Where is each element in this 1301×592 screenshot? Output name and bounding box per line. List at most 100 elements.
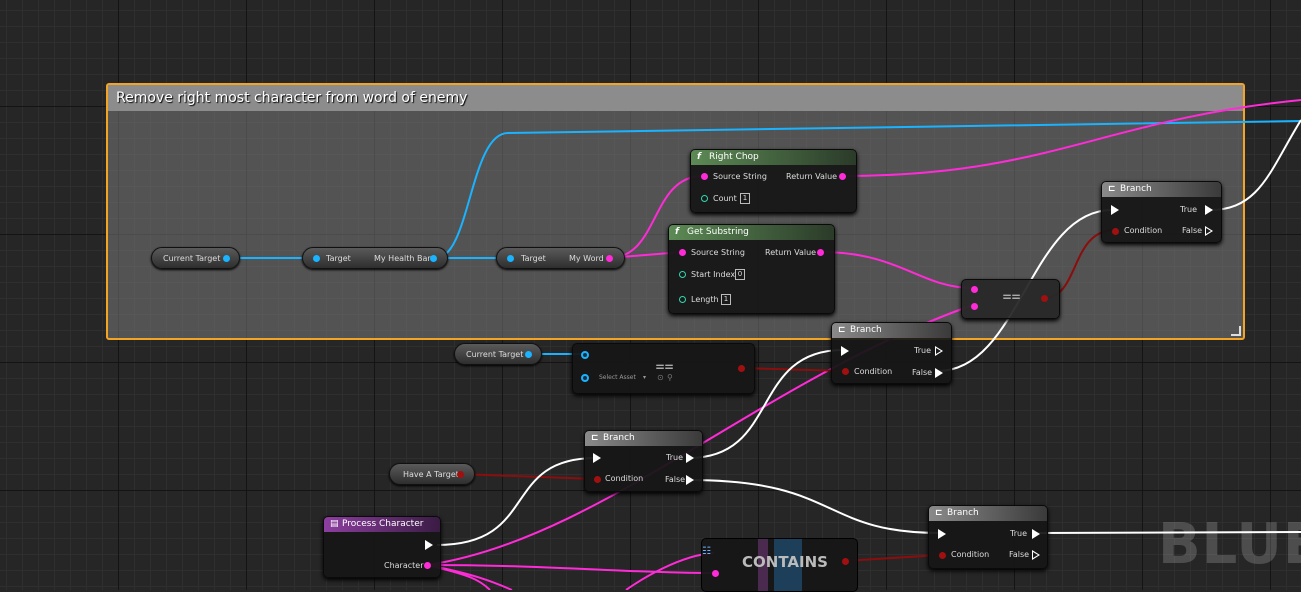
get-substring-header[interactable]: f Get Substring: [669, 225, 834, 240]
branch-3-condition-label: Condition: [605, 474, 644, 483]
get-substring-title: Get Substring: [687, 227, 749, 237]
branch-node-4[interactable]: ⊏ Branch True Condition False: [928, 505, 1048, 569]
branch-2-exec-in[interactable]: [841, 346, 849, 356]
use-selected-icon[interactable]: ⊙: [657, 373, 664, 382]
branch-2-condition-pin[interactable]: [842, 368, 849, 375]
branch-1-true-pin[interactable]: [1205, 205, 1213, 215]
branch-2-true-label: True: [914, 346, 931, 355]
select-asset-dropdown[interactable]: Select Asset: [599, 374, 636, 381]
branch-1-false-pin[interactable]: [1205, 226, 1213, 236]
branch-icon: ⊏: [1108, 184, 1116, 194]
current-target-node-2[interactable]: Current Target: [454, 343, 542, 365]
health-out-pin[interactable]: [430, 255, 437, 262]
substring-start-input[interactable]: 0: [735, 269, 745, 280]
health-bar-getter-node[interactable]: Target My Health Bar: [302, 247, 448, 269]
branch-3-false-label: False: [665, 475, 686, 484]
branch-2-true-pin[interactable]: [935, 346, 943, 356]
rightchop-source-pin[interactable]: [701, 173, 708, 180]
branch-4-header[interactable]: ⊏ Branch: [929, 506, 1047, 521]
branch-1-exec-in[interactable]: [1111, 205, 1119, 215]
eq-in-b-pin[interactable]: [971, 303, 978, 310]
branch-4-title: Branch: [947, 508, 979, 518]
substring-source-pin[interactable]: [679, 249, 686, 256]
equals-glyph: ==: [1002, 290, 1021, 304]
branch-4-false-label: False: [1009, 550, 1030, 559]
health-target-label: Target: [326, 254, 351, 263]
eq-out-pin[interactable]: [1041, 295, 1048, 302]
rightchop-count-input[interactable]: 1: [740, 193, 750, 204]
branch-node-2[interactable]: ⊏ Branch True Condition False: [831, 322, 952, 384]
blueprint-watermark: BLUEI: [1158, 512, 1301, 577]
contains-out-pin[interactable]: [842, 558, 849, 565]
branch-2-condition-label: Condition: [854, 367, 893, 376]
right-chop-header[interactable]: f Right Chop: [691, 150, 856, 165]
branch-3-true-pin[interactable]: [686, 453, 694, 463]
substring-length-input[interactable]: 1: [721, 294, 731, 305]
branch-2-false-label: False: [912, 368, 933, 377]
have-a-target-out-pin[interactable]: [457, 471, 464, 478]
current-target-out-pin[interactable]: [223, 255, 230, 262]
branch-1-false-label: False: [1182, 226, 1203, 235]
word-target-in-pin[interactable]: [507, 255, 514, 262]
process-character-node[interactable]: ▤ Process Character Character: [323, 516, 441, 578]
get-substring-node[interactable]: f Get Substring Source String Return Valu…: [668, 224, 835, 314]
branch-3-title: Branch: [603, 433, 635, 443]
current-target-node[interactable]: Current Target: [151, 247, 240, 269]
health-target-in-pin[interactable]: [313, 255, 320, 262]
rightchop-count-label: Count: [713, 194, 737, 203]
branch-2-header[interactable]: ⊏ Branch: [832, 323, 951, 338]
rightchop-count-pin[interactable]: [701, 195, 708, 202]
process-character-param-label: Character: [384, 561, 424, 570]
process-character-header[interactable]: ▤ Process Character: [324, 517, 440, 532]
substring-start-label: Start Index: [691, 270, 736, 279]
have-a-target-node[interactable]: Have A Target: [389, 463, 475, 485]
event-icon: ▤: [330, 519, 339, 529]
branch-3-condition-pin[interactable]: [594, 476, 601, 483]
my-word-getter-node[interactable]: Target My Word: [496, 247, 625, 269]
branch-4-true-pin[interactable]: [1032, 529, 1040, 539]
contains-item-pin[interactable]: [712, 570, 719, 577]
obj-eq-in-a-pin[interactable]: [581, 351, 589, 359]
branch-icon: ⊏: [591, 433, 599, 443]
word-out-pin[interactable]: [606, 255, 613, 262]
wire-contains-to-branch: [843, 554, 941, 562]
browse-search-icon[interactable]: ⚲: [667, 373, 673, 382]
branch-4-false-pin[interactable]: [1032, 550, 1040, 560]
process-exec-out[interactable]: [425, 540, 433, 550]
branch-3-header[interactable]: ⊏ Branch: [585, 431, 702, 446]
obj-eq-in-b-pin[interactable]: [581, 374, 589, 382]
branch-1-header[interactable]: ⊏ Branch: [1102, 182, 1221, 197]
branch-4-exec-in[interactable]: [938, 529, 946, 539]
branch-3-false-pin[interactable]: [686, 475, 694, 485]
have-a-target-label: Have A Target: [403, 470, 459, 479]
wire-substring-to-eq: [820, 251, 974, 289]
substring-length-label: Length: [691, 295, 719, 304]
branch-2-title: Branch: [850, 325, 882, 335]
substring-length-pin[interactable]: [679, 296, 686, 303]
contains-node[interactable]: ☷ CONTAINS: [701, 538, 858, 592]
right-chop-node[interactable]: f Right Chop Source String Return Value C…: [690, 149, 857, 213]
rightchop-return-pin[interactable]: [839, 173, 846, 180]
branch-4-condition-pin[interactable]: [939, 552, 946, 559]
substring-start-pin[interactable]: [679, 271, 686, 278]
branch-1-title: Branch: [1120, 184, 1152, 194]
branch-node-1[interactable]: ⊏ Branch True Condition False: [1101, 181, 1222, 243]
branch-2-false-pin[interactable]: [935, 368, 943, 378]
eq-in-a-pin[interactable]: [971, 286, 978, 293]
branch-1-condition-label: Condition: [1124, 226, 1163, 235]
branch-node-3[interactable]: ⊏ Branch True Condition False: [584, 430, 703, 492]
process-character-out-pin[interactable]: [424, 562, 431, 569]
current-target-2-label: Current Target: [466, 350, 524, 359]
current-target-label: Current Target: [163, 254, 221, 263]
current-target-2-out-pin[interactable]: [525, 351, 532, 358]
branch-3-true-label: True: [666, 453, 683, 462]
object-equals-node[interactable]: Select Asset ▾ ⊙ ⚲ ==: [572, 343, 755, 394]
right-chop-title: Right Chop: [709, 152, 759, 162]
branch-3-exec-in[interactable]: [593, 453, 601, 463]
substring-return-pin[interactable]: [817, 249, 824, 256]
dropdown-chevron-icon[interactable]: ▾: [643, 374, 646, 381]
wire-exec-false-to-branch4: [688, 479, 941, 534]
branch-1-condition-pin[interactable]: [1112, 228, 1119, 235]
obj-eq-out-pin[interactable]: [738, 365, 745, 372]
string-equals-node[interactable]: ==: [961, 279, 1060, 319]
